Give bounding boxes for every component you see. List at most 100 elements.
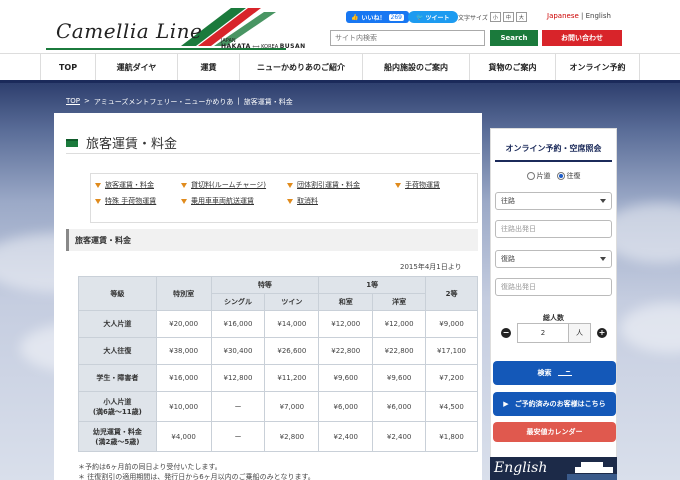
fare-cell: ¥16,000 bbox=[210, 310, 266, 338]
anchor-link-label: 団体割引運賃・料金 bbox=[297, 181, 360, 189]
header-first-class: 特等 bbox=[210, 276, 320, 294]
fare-cell: ¥12,800 bbox=[210, 364, 266, 392]
text-size-large-button[interactable]: 大 bbox=[515, 12, 527, 22]
triangle-bullet-icon bbox=[287, 198, 293, 204]
site-search-input[interactable] bbox=[330, 30, 485, 46]
fare-cell: ¥4,500 bbox=[425, 391, 478, 422]
radio-roundtrip-circle[interactable] bbox=[556, 172, 565, 180]
nav-fares[interactable]: 運賃 bbox=[177, 54, 239, 80]
return-route-value: 復路 bbox=[501, 255, 515, 263]
route-arrow-icon: ⟺ bbox=[252, 44, 260, 50]
passenger-count-field[interactable]: 2 人 bbox=[517, 323, 591, 343]
nav-cargo[interactable]: 貨物のご案内 bbox=[469, 54, 555, 80]
nav-top[interactable]: TOP bbox=[40, 54, 95, 80]
existing-booking-button[interactable]: ▶ ご予約済みのお客様はこちら bbox=[493, 392, 616, 416]
fare-cell: ¥6,000 bbox=[372, 391, 427, 422]
language-switcher: Japanese | English bbox=[547, 12, 611, 20]
radio-roundtrip[interactable]: 往復 bbox=[556, 171, 581, 181]
fare-cell: ¥2,400 bbox=[372, 421, 427, 452]
page-title-text: 旅客運賃・料金 bbox=[86, 137, 178, 152]
anchor-link-room-charge[interactable]: 貸切料(ルームチャージ) bbox=[181, 180, 287, 190]
row-label: 大人往復 bbox=[78, 337, 157, 365]
booking-search-button[interactable]: 検索 bbox=[493, 361, 616, 385]
ship-illustration-icon bbox=[567, 462, 617, 480]
header-japanese-room: 和室 bbox=[318, 293, 374, 311]
english-banner-text: English bbox=[494, 460, 548, 476]
breadcrumb-separator: > bbox=[84, 97, 90, 105]
outbound-date-input[interactable]: 往路出発日 bbox=[495, 220, 612, 238]
row-label-text: 学生・障害者 bbox=[96, 374, 139, 382]
outbound-route-select[interactable]: 往路 bbox=[495, 192, 612, 210]
outbound-route-value: 往路 bbox=[501, 197, 515, 205]
fare-cell: ¥7,000 bbox=[264, 391, 320, 422]
breadcrumb-current: 旅客運賃・料金 bbox=[243, 98, 293, 106]
booking-search-label: 検索 bbox=[537, 369, 552, 377]
facebook-like-count: 269 bbox=[388, 13, 404, 21]
language-separator: | bbox=[581, 12, 584, 20]
facebook-like-label: いいね！ bbox=[361, 14, 386, 22]
camellia-line-logo[interactable]: Camellia Line JAPAN HAKATA ⟺ KOREA BUSAN bbox=[46, 6, 336, 52]
language-japanese-link[interactable]: Japanese bbox=[547, 12, 579, 20]
breadcrumb-top-link[interactable]: TOP bbox=[66, 97, 80, 107]
text-size-medium-button[interactable]: 中 bbox=[502, 12, 514, 22]
anchor-link-label: 旅客運賃・料金 bbox=[105, 181, 154, 189]
fare-cell: ¥9,000 bbox=[425, 310, 478, 338]
text-size-small-button[interactable]: 小 bbox=[489, 12, 501, 22]
fare-notes: ＊予約は6ヶ月前の同日より受付いたします。 ＊ 往復割引の適用期間は、発行日から… bbox=[78, 462, 315, 480]
breadcrumb-ferry[interactable]: アミューズメントフェリー・ニューかめりあ bbox=[94, 97, 234, 107]
language-english-link[interactable]: English bbox=[586, 12, 611, 20]
radio-oneway[interactable]: 片道 bbox=[526, 171, 551, 181]
passenger-count-value: 2 bbox=[540, 329, 546, 337]
header-second-class: 1等 bbox=[318, 276, 427, 294]
booking-title-divider bbox=[495, 160, 612, 162]
facebook-like-button[interactable]: 👍 いいね！ 269 bbox=[346, 11, 409, 23]
nav-onboard-facilities[interactable]: 船内施設のご案内 bbox=[362, 54, 469, 80]
radio-oneway-label: 片道 bbox=[536, 172, 551, 180]
plus-icon[interactable]: + bbox=[597, 328, 607, 338]
text-size-label: 文字サイズ bbox=[458, 14, 488, 22]
fare-cell: ¥22,800 bbox=[372, 337, 427, 365]
booking-sidebar: オンライン予約・空席照会 片道 往復 往路 往路出発日 復路 復路出発日 総人数… bbox=[490, 128, 617, 480]
radio-roundtrip-label: 往復 bbox=[566, 172, 581, 180]
outbound-date-placeholder: 往路出発日 bbox=[501, 225, 536, 233]
return-date-placeholder: 復路出発日 bbox=[501, 283, 536, 291]
row-label-text: 幼児運賃・料金 bbox=[92, 427, 142, 436]
triangle-bullet-icon bbox=[181, 182, 187, 188]
nav-online-booking[interactable]: オンライン予約 bbox=[555, 54, 640, 80]
tweet-button[interactable]: 🐦 ツイート bbox=[408, 11, 458, 23]
header-grade: 等級 bbox=[78, 276, 157, 311]
radio-oneway-circle[interactable] bbox=[526, 172, 535, 180]
anchor-link-group-discount[interactable]: 団体割引運賃・料金 bbox=[287, 180, 395, 190]
header-single: シングル bbox=[210, 293, 266, 311]
row-label-text: 小人片道 bbox=[103, 397, 132, 406]
title-divider bbox=[66, 153, 480, 154]
anchor-link-label: 乗用車車両航送運賃 bbox=[191, 197, 254, 205]
tweet-label: ツイート bbox=[425, 14, 450, 22]
return-date-input[interactable]: 復路出発日 bbox=[495, 278, 612, 296]
nav-new-camellia[interactable]: ニューかめりあのご紹介 bbox=[239, 54, 362, 80]
tweet-widget: 🐦 ツイート bbox=[408, 11, 458, 23]
english-site-banner[interactable]: English bbox=[490, 457, 617, 480]
fare-cell: ¥22,800 bbox=[318, 337, 374, 365]
nav-schedule[interactable]: 運航ダイヤ bbox=[95, 54, 177, 80]
anchor-link-vehicle[interactable]: 乗用車車両航送運賃 bbox=[181, 196, 287, 206]
fare-cell: ¥12,000 bbox=[372, 310, 427, 338]
booking-title: オンライン予約・空席照会 bbox=[505, 144, 602, 153]
contact-button[interactable]: お問い合わせ bbox=[542, 30, 622, 46]
fare-cell: ー bbox=[210, 391, 266, 422]
anchor-link-fares[interactable]: 旅客運賃・料金 bbox=[95, 180, 181, 190]
triangle-bullet-icon bbox=[395, 182, 401, 188]
anchor-link-row: 特殊 手荷物運賃 乗用車車両航送運賃 取消料 bbox=[95, 196, 473, 206]
anchor-link-cancellation[interactable]: 取消料 bbox=[287, 196, 318, 206]
anchor-link-box: 旅客運賃・料金 貸切料(ルームチャージ) 団体割引運賃・料金 手荷物運賃 特殊 … bbox=[90, 173, 478, 223]
row-label: 幼児運賃・料金 (満2歳～5歳) bbox=[78, 421, 157, 452]
site-search-button[interactable]: Search bbox=[490, 30, 538, 46]
table-row: 小人片道 (満6歳～11歳) ¥10,000 ー ¥7,000 ¥6,000 ¥6… bbox=[78, 391, 478, 422]
anchor-link-baggage[interactable]: 手荷物運賃 bbox=[395, 180, 440, 190]
fare-cell: ¥14,000 bbox=[264, 310, 320, 338]
minus-icon[interactable]: − bbox=[501, 328, 511, 338]
lowest-fare-calendar-button[interactable]: 最安値カレンダー bbox=[493, 422, 616, 442]
table-row: 大人片道 ¥20,000 ¥16,000 ¥14,000 ¥12,000 ¥12… bbox=[78, 310, 478, 338]
anchor-link-special-baggage[interactable]: 特殊 手荷物運賃 bbox=[95, 196, 181, 206]
return-route-select[interactable]: 復路 bbox=[495, 250, 612, 268]
